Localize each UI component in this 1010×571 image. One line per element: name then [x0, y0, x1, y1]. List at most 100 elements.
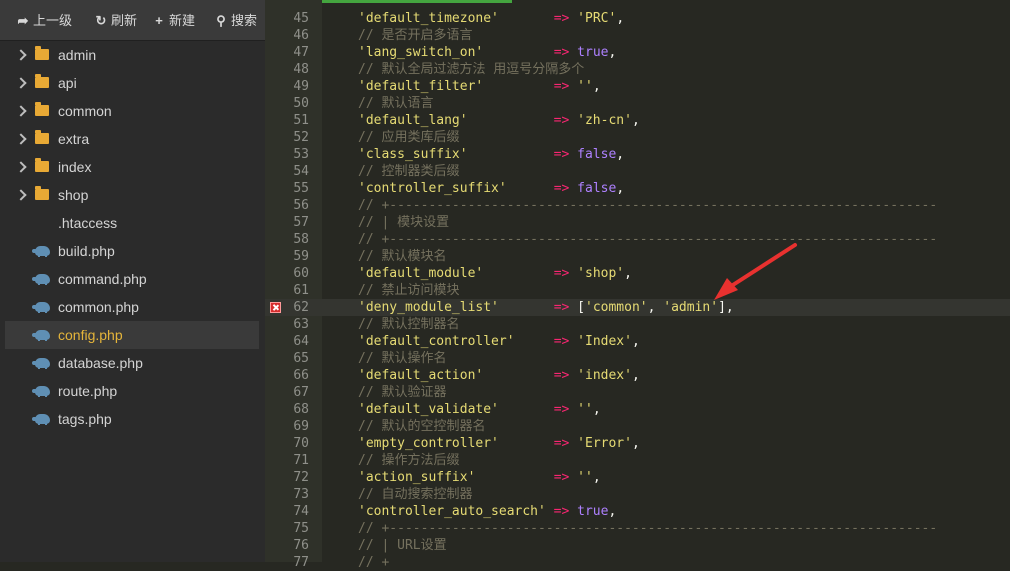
code-token: 'shop' [577, 266, 625, 281]
chevron-right-icon[interactable] [15, 125, 27, 153]
file-item[interactable]: database.php [5, 349, 259, 377]
code-line[interactable]: 73 // 自动搜索控制器 [265, 486, 1010, 503]
code-token: // 默认操作名 [358, 351, 447, 366]
code-line[interactable]: 53 'class_suffix' => false, [265, 146, 1010, 163]
file-item[interactable]: config.php [5, 321, 259, 349]
folder-item[interactable]: extra [5, 125, 259, 153]
code-token: 'PRC' [577, 11, 617, 26]
folder-item[interactable]: index [5, 153, 259, 181]
code-token: , [592, 79, 601, 94]
search-button[interactable]: ⚲ 搜索 [214, 11, 257, 31]
folder-item[interactable]: shop [5, 181, 259, 209]
code-token: // 默认全局过滤方法 用逗号分隔多个 [358, 62, 585, 77]
code-line[interactable]: 56 // +----------------------------------… [265, 197, 1010, 214]
file-item[interactable]: command.php [5, 265, 259, 293]
line-number: 68 [293, 402, 309, 417]
code-token: 'default_lang' [358, 113, 468, 128]
code-token: => [553, 436, 570, 451]
line-number: 66 [293, 368, 309, 383]
file-item[interactable]: .htaccess [5, 209, 259, 237]
code-line[interactable]: 59 // 默认模块名 [265, 248, 1010, 265]
code-line[interactable]: 76 // | URL设置 [265, 537, 1010, 554]
code-line[interactable]: 46 // 是否开启多语言 [265, 27, 1010, 44]
file-item[interactable]: route.php [5, 377, 259, 405]
code-line[interactable]: 55 'controller_suffix' => false, [265, 180, 1010, 197]
chevron-right-icon[interactable] [15, 181, 27, 209]
folder-item[interactable]: api [5, 69, 259, 97]
code-line[interactable]: 62 'deny_module_list' => ['common', 'admi… [265, 299, 1010, 316]
code-token: false [577, 181, 617, 196]
code-line[interactable]: 74 'controller_auto_search' => true, [265, 503, 1010, 520]
code-line[interactable]: 71 // 操作方法后缀 [265, 452, 1010, 469]
code-token: 'Index' [577, 334, 632, 349]
code-line[interactable]: 58 // +----------------------------------… [265, 231, 1010, 248]
refresh-button[interactable]: ↻ 刷新 [94, 11, 137, 31]
code-line[interactable]: 63 // 默认控制器名 [265, 316, 1010, 333]
code-token: => [553, 470, 570, 485]
tree-item-label: shop [58, 187, 89, 203]
code-line[interactable]: 51 'default_lang' => 'zh-cn', [265, 112, 1010, 129]
file-item[interactable]: build.php [5, 237, 259, 265]
line-number: 45 [293, 11, 309, 26]
code-line[interactable]: 64 'default_controller' => 'Index', [265, 333, 1010, 350]
code-line[interactable]: 68 'default_validate' => '', [265, 401, 1010, 418]
code-line[interactable]: 47 'lang_switch_on' => true, [265, 44, 1010, 61]
code-line[interactable]: 57 // | 模块设置 [265, 214, 1010, 231]
code-token: // | URL设置 [358, 538, 447, 553]
folder-item[interactable]: admin [5, 41, 259, 69]
code-token: // 默认模块名 [358, 249, 447, 264]
line-number: 59 [293, 249, 309, 264]
chevron-right-icon[interactable] [15, 97, 27, 125]
code-editor[interactable]: 45 'default_timezone' => 'PRC', 46 // 是否开启多… [265, 0, 1010, 570]
code-line[interactable]: 67 // 默认验证器 [265, 384, 1010, 401]
code-line[interactable]: 48 // 默认全局过滤方法 用逗号分隔多个 [265, 61, 1010, 78]
new-label: 新建 [169, 13, 196, 28]
code-text: 'default_lang' => 'zh-cn', [358, 112, 640, 129]
code-token: 'deny_module_list' [358, 300, 499, 315]
folder-icon [35, 158, 49, 172]
code-token: // 默认语言 [358, 96, 434, 111]
chevron-right-icon[interactable] [15, 41, 27, 69]
line-number: 55 [293, 181, 309, 196]
code-text: 'default_timezone' => 'PRC', [358, 10, 624, 27]
folder-icon [35, 186, 49, 200]
code-token: 'empty_controller' [358, 436, 499, 451]
code-line[interactable]: 50 // 默认语言 [265, 95, 1010, 112]
php-elephant-icon [32, 274, 50, 285]
code-token: '' [577, 79, 593, 94]
code-line[interactable]: 60 'default_module' => 'shop', [265, 265, 1010, 282]
code-line[interactable]: 45 'default_timezone' => 'PRC', [265, 10, 1010, 27]
code-token: 'action_suffix' [358, 470, 476, 485]
code-line[interactable]: 75 // +----------------------------------… [265, 520, 1010, 537]
code-token: // 默认验证器 [358, 385, 447, 400]
code-text: 'action_suffix' => '', [358, 469, 601, 486]
file-item[interactable]: common.php [5, 293, 259, 321]
code-line[interactable]: 61 // 禁止访问模块 [265, 282, 1010, 299]
up-level-button[interactable]: ➦ 上一级 [16, 11, 72, 31]
code-text: // | 模块设置 [358, 214, 449, 231]
code-line[interactable]: 54 // 控制器类后缀 [265, 163, 1010, 180]
line-number: 53 [293, 147, 309, 162]
code-line[interactable]: 65 // 默认操作名 [265, 350, 1010, 367]
php-elephant-icon [32, 358, 50, 369]
refresh-icon: ↻ [95, 13, 107, 28]
folder-item[interactable]: common [5, 97, 259, 125]
code-line[interactable]: 69 // 默认的空控制器名 [265, 418, 1010, 435]
code-token: => [553, 181, 570, 196]
file-item[interactable]: tags.php [5, 405, 259, 433]
code-line[interactable]: 72 'action_suffix' => '', [265, 469, 1010, 486]
chevron-right-icon[interactable] [15, 69, 27, 97]
code-line[interactable]: 66 'default_action' => 'index', [265, 367, 1010, 384]
code-line[interactable]: 77 // + [265, 554, 1010, 571]
code-line[interactable]: 70 'empty_controller' => 'Error', [265, 435, 1010, 452]
chevron-right-icon[interactable] [15, 153, 27, 181]
code-line[interactable]: 49 'default_filter' => '', [265, 78, 1010, 95]
new-button[interactable]: + 新建 [152, 11, 195, 31]
code-token: // 默认控制器名 [358, 317, 460, 332]
code-line[interactable]: 52 // 应用类库后缀 [265, 129, 1010, 146]
tree-item-label: tags.php [58, 411, 112, 427]
code-text: // 禁止访问模块 [358, 282, 459, 299]
